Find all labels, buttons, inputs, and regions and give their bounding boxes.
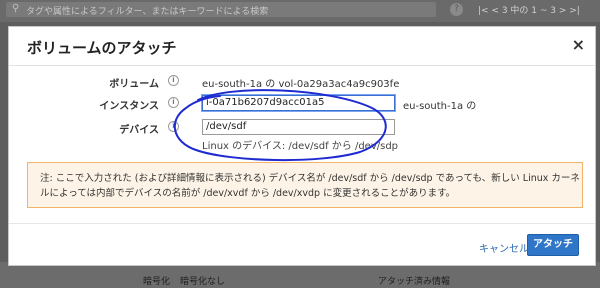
dialog-title: ボリュームのアタッチ: [27, 39, 177, 57]
dialog-header: ボリュームのアタッチ ×: [9, 27, 595, 66]
attach-button[interactable]: アタッチ: [527, 234, 579, 256]
attach-volume-dialog: ボリュームのアタッチ × ボリューム i eu-south-1a の vol-0…: [8, 26, 596, 266]
background-search-placeholder: タグや属性によるフィルター、またはキーワードによる検索: [26, 7, 269, 17]
instance-info-icon[interactable]: i: [168, 97, 179, 108]
device-hint: Linux のデバイス: /dev/sdf から /dev/sdp: [202, 141, 399, 152]
background-value-encryption: 暗号化なし: [180, 277, 226, 287]
device-input[interactable]: /dev/sdf: [202, 119, 395, 135]
instance-input[interactable]: i-0a71b6207d9acc01a5: [202, 95, 395, 111]
device-label: デバイス: [119, 125, 159, 136]
volume-info-icon[interactable]: i: [168, 75, 179, 86]
cancel-button[interactable]: キャンセル: [479, 240, 529, 255]
background-toolbar: ⚲ タグや属性によるフィルター、またはキーワードによる検索 ? |< < 3 中…: [0, 0, 600, 22]
volume-label: ボリューム: [109, 79, 159, 90]
instance-zone-suffix: eu-south-1a の: [403, 101, 477, 112]
footer-divider: [9, 223, 595, 224]
device-info-icon[interactable]: i: [168, 121, 179, 132]
background-label-attachment: アタッチ済み情報: [378, 277, 451, 287]
background-label-encryption: 暗号化: [143, 277, 171, 287]
close-icon[interactable]: ×: [572, 35, 585, 54]
help-icon: ?: [450, 3, 463, 16]
device-name-note: 注: ここで入力された (および詳細情報に表示される) デバイス名が /dev/…: [27, 162, 583, 208]
instance-label: インスタンス: [99, 101, 159, 112]
note-text: 注: ここで入力された (および詳細情報に表示される) デバイス名が /dev/…: [40, 173, 580, 199]
background-pager: |< < 3 中の 1 ~ 3 > >|: [478, 6, 580, 16]
volume-value: eu-south-1a の vol-0a29a3ac4a9c903fe: [202, 79, 400, 90]
search-icon: ⚲: [12, 3, 20, 14]
